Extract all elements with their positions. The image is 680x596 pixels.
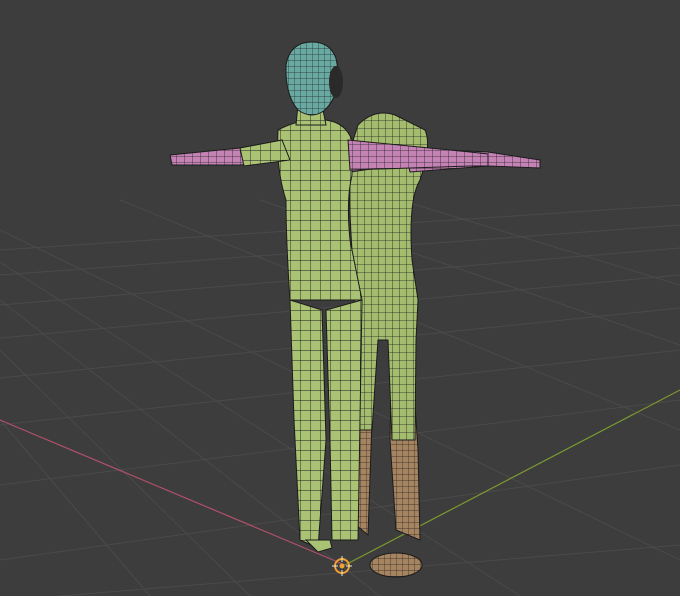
x-axis-line [0,419,346,566]
3d-viewport[interactable] [0,0,680,596]
